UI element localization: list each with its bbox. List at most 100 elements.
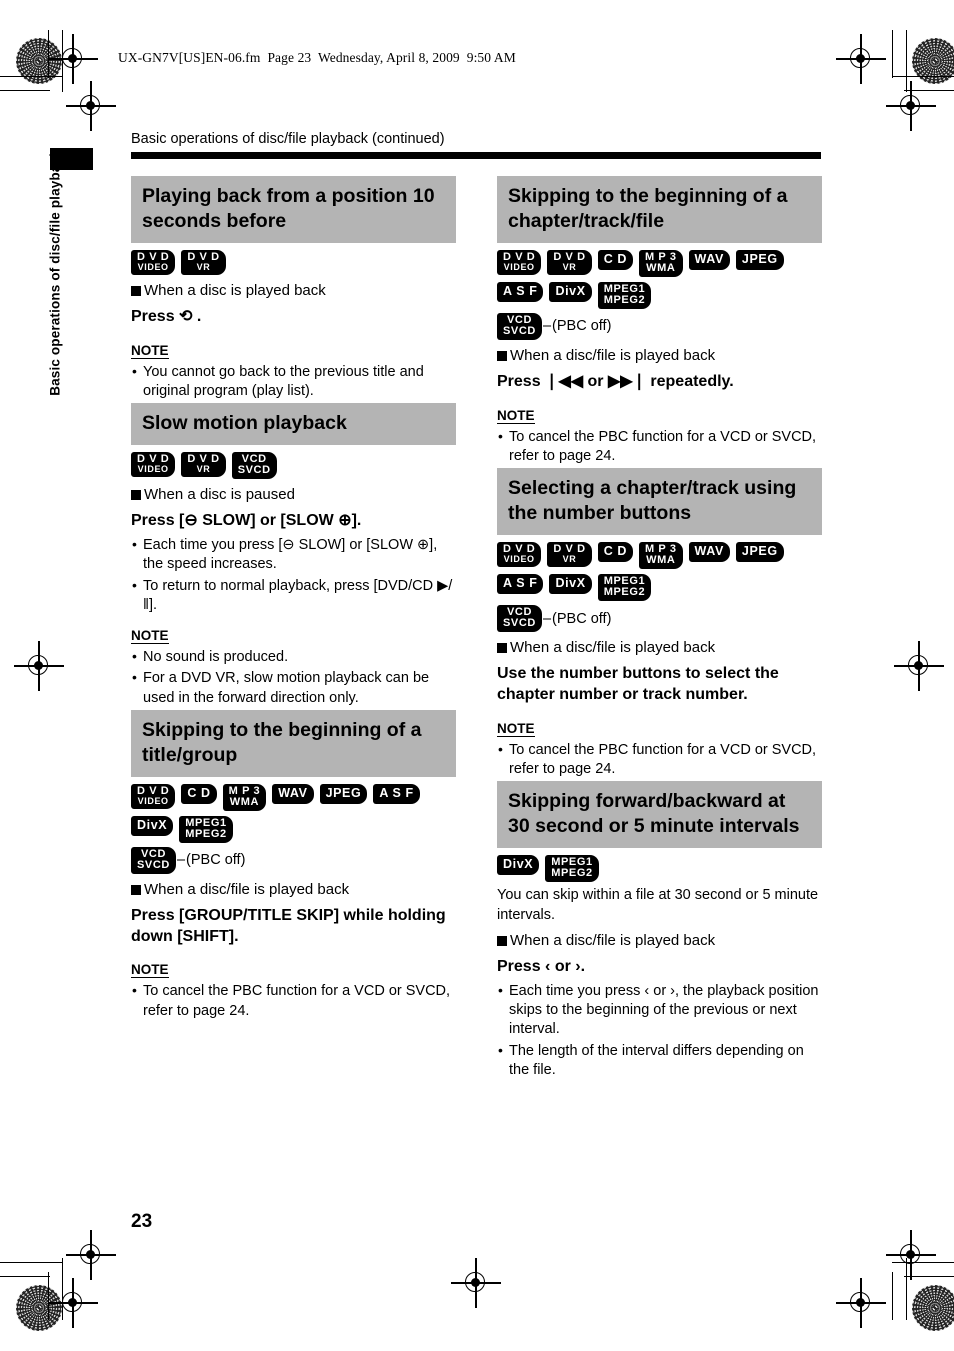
format-badge-dvd-video: D V D VIDEO xyxy=(131,783,176,809)
section-body: D V D VIDEO C D M P 3 WMA WAV JPEG A S F DivX MPE… xyxy=(131,777,456,1021)
format-badge-line: WMA xyxy=(229,795,260,808)
section-skipping-intervals: Skipping forward/backward at 30 second o… xyxy=(497,781,822,1080)
halftone-patch-bottom-right xyxy=(912,1285,954,1331)
breadcrumb: Basic operations of disc/file playback (… xyxy=(131,131,445,147)
format-badge-line: JPEG xyxy=(325,786,362,801)
crop-line-top-right-b xyxy=(904,90,954,92)
black-square-bullet-icon xyxy=(497,643,507,654)
crop-line-bottom-a xyxy=(0,1262,62,1264)
format-badge-line: MPEG2 xyxy=(185,827,227,840)
note-bullet-list: No sound is produced.For a DVD VR, slow … xyxy=(131,647,456,708)
list-item: You cannot go back to the previous title… xyxy=(131,362,456,402)
pbc-dash: – xyxy=(176,852,186,869)
pbc-off-label: (PBC off) xyxy=(186,852,246,869)
crop-line-right-a xyxy=(892,30,894,78)
condition-line: When a disc is played back xyxy=(131,282,456,299)
breadcrumb-rule xyxy=(131,152,821,159)
format-badge-dvd-video: D V D VIDEO xyxy=(497,542,542,568)
registration-mark-mid-bottom xyxy=(451,1258,501,1308)
pbc-badge-row: VCD SVCD – (PBC off) xyxy=(497,605,822,633)
format-badge-line: WAV xyxy=(694,544,724,559)
format-badge-row: D V D VIDEO D V D VR C D M P 3 WMA WAV JPEG A S F… xyxy=(497,249,822,309)
registration-mark-mid-right xyxy=(894,641,944,691)
format-badge-row: DivX MPEG1 MPEG2 xyxy=(497,855,822,883)
format-badge-dvd-vr: D V D VR xyxy=(547,249,592,275)
format-badge-line: VR xyxy=(562,261,577,272)
crop-line-left-b xyxy=(62,30,64,92)
section-heading: Selecting a chapter/track using the numb… xyxy=(497,468,822,536)
instruction-bullet-list: Each time you press [⊖ SLOW] or [SLOW ⊕]… xyxy=(131,535,456,616)
registration-mark-mid-left xyxy=(14,641,64,691)
crop-line-top-right-a xyxy=(892,76,954,78)
format-badge-line: VR xyxy=(562,554,577,565)
pbc-badge-row: VCD SVCD – (PBC off) xyxy=(131,846,456,874)
crop-line-bl-b xyxy=(62,1258,64,1320)
condition-text: When a disc/file is played back xyxy=(510,932,716,950)
format-badge-line: SVCD xyxy=(137,858,170,871)
black-square-bullet-icon xyxy=(131,884,141,895)
pbc-off-label: (PBC off) xyxy=(552,318,612,335)
black-square-bullet-icon xyxy=(131,490,141,501)
section-skipping-chapter-track-file: Skipping to the beginning of a chapter/t… xyxy=(497,176,822,466)
format-badge-line: VIDEO xyxy=(137,795,169,806)
section-body: D V D VIDEO D V D VR C D M P 3 WMA WAV JPEG A S F… xyxy=(497,535,822,779)
section-body: D V D VIDEO D V D VR VCD SVCD When a disc is p… xyxy=(131,445,456,708)
format-badge-wav: WAV xyxy=(688,249,730,270)
format-badge-vcd-svcd: VCD SVCD xyxy=(497,312,542,340)
format-badge-mp3-wma: M P 3 WMA xyxy=(639,249,683,277)
section-body: DivX MPEG1 MPEG2 You can skip within a file… xyxy=(497,848,822,1080)
section-paragraph: You can skip within a file at 30 second … xyxy=(497,887,819,923)
crop-line-bl-a xyxy=(48,1272,50,1320)
crop-line-right-b xyxy=(906,30,908,92)
format-badge-line: VR xyxy=(196,261,211,272)
format-badge-line: MPEG2 xyxy=(603,586,646,599)
format-badge-jpeg: JPEG xyxy=(735,249,784,270)
format-badge-mpeg: MPEG1 MPEG2 xyxy=(545,855,599,883)
format-badge-line: WMA xyxy=(646,554,676,567)
registration-mark-top-right-outer xyxy=(886,81,936,131)
condition-line: When a disc/file is played back xyxy=(497,932,822,949)
format-badge-line: JPEG xyxy=(741,252,778,267)
format-badge-cd: C D xyxy=(597,249,634,270)
section-heading: Slow motion playback xyxy=(131,403,456,446)
crop-line-br-a xyxy=(892,1272,894,1320)
note-label: NOTE xyxy=(131,962,169,979)
format-badge-line: A S F xyxy=(503,576,538,591)
format-badge-vcd-svcd: VCD SVCD xyxy=(231,452,277,480)
list-item: To return to normal playback, press [DVD… xyxy=(131,576,456,616)
registration-mark-bottom-left-inner xyxy=(48,1278,98,1328)
registration-mark-bottom-right-outer xyxy=(886,1230,936,1280)
format-badge-line: SVCD xyxy=(237,464,271,477)
black-square-bullet-icon xyxy=(497,350,507,361)
format-badge-wav: WAV xyxy=(688,542,730,563)
section-body: D V D VIDEO D V D VR When a disc is played b… xyxy=(131,243,456,401)
list-item: The length of the interval differs depen… xyxy=(497,1041,822,1081)
list-item: To cancel the PBC function for a VCD or … xyxy=(497,740,822,780)
section-heading: Skipping forward/backward at 30 second o… xyxy=(497,781,822,849)
note-label: NOTE xyxy=(497,407,535,424)
left-column: Playing back from a position 10 seconds … xyxy=(131,176,456,1023)
format-badge-cd: C D xyxy=(597,542,634,563)
pbc-off-label: (PBC off) xyxy=(552,610,612,627)
format-badge-line: VIDEO xyxy=(137,261,169,272)
crop-line-br-b xyxy=(906,1258,908,1320)
format-badge-asf: A S F xyxy=(497,574,544,595)
note-bullet-list: You cannot go back to the previous title… xyxy=(131,362,456,402)
page-number: 23 xyxy=(131,1211,153,1232)
crop-line-top-b xyxy=(0,90,50,92)
format-badge-line: WAV xyxy=(694,252,724,267)
format-badge-vcd-svcd: VCD SVCD xyxy=(131,846,176,874)
press-instruction: Press [GROUP/TITLE SKIP] while holding d… xyxy=(131,906,446,945)
format-badge-line: VR xyxy=(196,464,211,475)
format-badge-line: C D xyxy=(603,252,628,267)
format-badge-jpeg: JPEG xyxy=(735,542,784,563)
format-badge-asf: A S F xyxy=(373,783,420,804)
right-column: Skipping to the beginning of a chapter/t… xyxy=(497,176,822,1082)
format-badge-row: D V D VIDEO D V D VR xyxy=(131,249,456,275)
format-badge-divx: DivX xyxy=(497,855,540,876)
format-badge-mp3-wma: M P 3 WMA xyxy=(639,542,683,570)
note-bullet-list: To cancel the PBC function for a VCD or … xyxy=(131,981,456,1021)
format-badge-dvd-video: D V D VIDEO xyxy=(131,249,176,275)
condition-text: When a disc/file is played back xyxy=(144,880,350,898)
format-badge-divx: DivX xyxy=(549,574,592,595)
